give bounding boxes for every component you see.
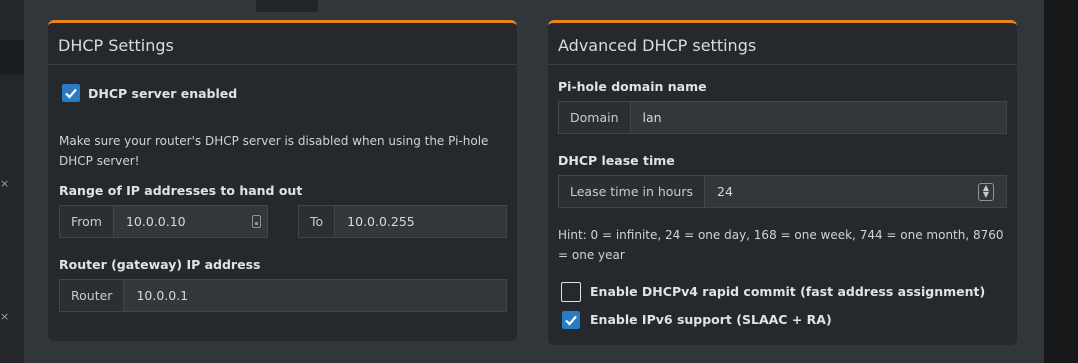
domain-input-group: Domain lan [558, 101, 1007, 134]
router-input-group: Router 10.0.0.1 [59, 279, 507, 312]
ip-picker-icon[interactable] [252, 215, 261, 228]
rapid-commit-label[interactable]: Enable DHCPv4 rapid commit (fast address… [590, 284, 985, 299]
domain-section-label: Pi-hole domain name [558, 79, 707, 94]
rapid-commit-checkbox[interactable] [561, 282, 581, 302]
card-title: DHCP Settings [48, 23, 517, 65]
dhcp-settings-card: DHCP Settings DHCP server enabled Make s… [48, 20, 517, 341]
close-icon: × [0, 177, 10, 190]
advanced-dhcp-card: Advanced DHCP settings Pi-hole domain na… [548, 20, 1017, 345]
spinner-icon[interactable]: ▲ ▼ [978, 183, 994, 201]
window-edge [1044, 0, 1078, 363]
lease-input-group: Lease time in hours 24 ▲ ▼ [558, 175, 1007, 208]
lease-section-label: DHCP lease time [558, 153, 675, 168]
lease-hint: Hint: 0 = infinite, 24 = one day, 168 = … [558, 228, 1004, 262]
router-input[interactable]: 10.0.0.1 [124, 279, 507, 312]
card-title: Advanced DHCP settings [548, 23, 1017, 65]
tab-stub[interactable] [256, 0, 318, 12]
domain-addon: Domain [558, 101, 631, 134]
domain-value: lan [642, 110, 662, 125]
from-input[interactable]: 10.0.0.10 [113, 205, 268, 238]
router-value: 10.0.0.1 [136, 288, 189, 303]
lease-addon: Lease time in hours [558, 175, 705, 208]
to-input[interactable]: 10.0.0.255 [335, 205, 507, 238]
router-section-label: Router (gateway) IP address [59, 257, 261, 272]
lease-value: 24 [717, 184, 733, 199]
domain-input[interactable]: lan [630, 101, 1007, 134]
sidebar: × × [0, 0, 24, 363]
lease-input[interactable]: 24 ▲ ▼ [705, 175, 1007, 208]
dhcp-enabled-checkbox[interactable] [62, 84, 80, 102]
router-addon: Router [59, 279, 125, 312]
checkmark-icon [565, 315, 577, 326]
to-input-group: To 10.0.0.255 [298, 205, 507, 238]
sidebar-active-item[interactable] [0, 40, 24, 75]
dhcp-enabled-label[interactable]: DHCP server enabled [88, 86, 237, 101]
from-input-group: From 10.0.0.10 [59, 205, 268, 238]
dhcp-note: Make sure your router's DHCP server is d… [59, 134, 489, 168]
close-icon: × [0, 310, 10, 323]
ipv6-checkbox[interactable] [562, 311, 580, 329]
checkmark-icon [65, 88, 77, 99]
range-label: Range of IP addresses to hand out [59, 183, 303, 198]
to-value: 10.0.0.255 [347, 214, 415, 229]
from-addon: From [59, 205, 114, 238]
to-addon: To [298, 205, 336, 238]
from-value: 10.0.0.10 [125, 214, 186, 229]
ipv6-label[interactable]: Enable IPv6 support (SLAAC + RA) [590, 312, 832, 327]
